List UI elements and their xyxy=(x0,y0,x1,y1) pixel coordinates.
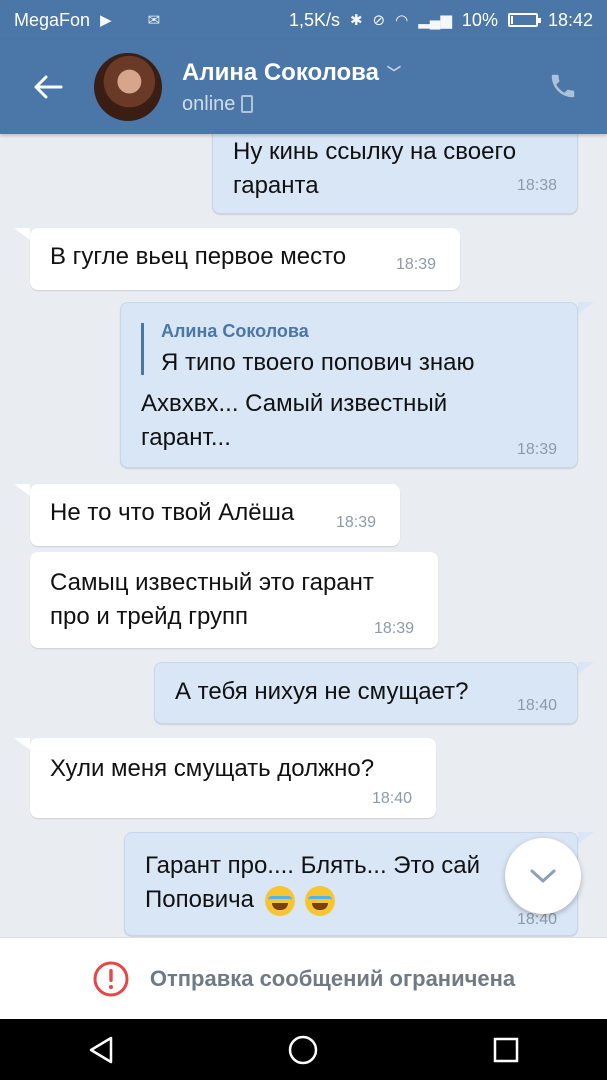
message-outgoing[interactable]: Ну кинь ссылку на своего гаранта 18:38 xyxy=(212,134,578,214)
reply-author: Алина Соколова xyxy=(161,321,309,341)
mute-icon: ⊘ xyxy=(372,12,386,29)
play-icon: ▶ xyxy=(100,12,112,29)
bubble-tail xyxy=(578,302,594,314)
reply-text: Я типо твоего попович знаю xyxy=(161,349,475,376)
message-text: А тебя нихуя не смущает? xyxy=(175,678,469,705)
network-speed: 1,5K/s xyxy=(288,9,340,30)
carrier-name: MegaFon xyxy=(14,9,91,30)
status-bar: MegaFon ▶ ✉ 1,5K/s ✱ ⊘ ◠ ▂▄▆ 10% 18:42 xyxy=(0,0,607,40)
bubble-tail xyxy=(578,662,594,674)
call-button[interactable] xyxy=(543,66,583,106)
arrow-left-icon xyxy=(34,75,63,99)
notification-icon: ✉ xyxy=(147,12,161,29)
bubble-tail xyxy=(14,738,30,750)
chat-header: Алина Соколова ﹀ online xyxy=(0,40,607,134)
message-text: Гарант про.... Блять... Это сай xyxy=(145,852,481,879)
face-with-tears-of-joy-icon xyxy=(305,885,336,916)
message-text: гаранта xyxy=(233,172,319,199)
nav-back-button[interactable] xyxy=(71,1025,131,1075)
contact-status: online xyxy=(182,92,236,115)
message-time: 18:39 xyxy=(336,514,377,531)
clock: 18:42 xyxy=(547,9,593,30)
battery-icon xyxy=(507,13,541,27)
nav-recents-button[interactable] xyxy=(476,1025,536,1075)
reply-quote-bar xyxy=(141,323,144,375)
message-list[interactable]: Ну кинь ссылку на своего гаранта 18:38 В… xyxy=(0,134,607,937)
message-outgoing[interactable]: Алина Соколова Я типо твоего попович зна… xyxy=(120,302,578,468)
message-text: гарант... xyxy=(141,424,231,451)
message-text: Самыц известный это гарант xyxy=(50,569,374,596)
circle-home-icon xyxy=(289,1035,318,1064)
message-text: Хули меня смущать должно? xyxy=(50,755,375,782)
bubble-tail xyxy=(14,228,30,240)
message-time: 18:39 xyxy=(374,620,415,637)
message-time: 18:38 xyxy=(516,177,557,194)
avatar[interactable] xyxy=(94,53,162,121)
chevron-down-icon: ﹀ xyxy=(386,64,401,81)
message-text: Ну кинь ссылку на своего xyxy=(233,138,517,165)
scroll-to-bottom-button[interactable] xyxy=(505,838,581,914)
bluetooth-icon: ✱ xyxy=(349,12,363,29)
system-navigation-bar xyxy=(0,1019,607,1080)
message-incoming[interactable]: Не то что твой Алёша 18:39 xyxy=(30,484,400,546)
contact-info[interactable]: Алина Соколова ﹀ online xyxy=(182,59,401,116)
message-time: 18:40 xyxy=(516,911,557,928)
back-button[interactable] xyxy=(20,59,76,115)
bubble-tail xyxy=(14,484,30,496)
bubble-tail xyxy=(578,832,594,844)
nav-home-button[interactable] xyxy=(273,1025,333,1075)
battery-percent: 10% xyxy=(461,9,498,30)
triangle-back-icon xyxy=(89,1036,113,1063)
phone-icon xyxy=(551,74,575,98)
message-text: В гугле вьец первое место xyxy=(50,243,347,270)
message-restriction-banner: Отправка сообщений ограничена xyxy=(0,937,607,1020)
message-text: Поповича xyxy=(145,886,254,913)
message-outgoing[interactable]: А тебя нихуя не смущает? 18:40 xyxy=(154,662,578,724)
wifi-icon: ◠ xyxy=(395,12,409,29)
warning-icon xyxy=(93,961,129,997)
message-text: про и трейд групп xyxy=(50,603,249,630)
face-with-tears-of-joy-icon xyxy=(264,885,295,916)
message-text: Ахвхвх... Самый известный xyxy=(141,390,448,417)
restriction-text: Отправка сообщений ограничена xyxy=(149,966,516,991)
message-time: 18:40 xyxy=(516,697,557,714)
message-incoming[interactable]: Самыц известный это гарант про и трейд г… xyxy=(30,552,438,648)
message-time: 18:40 xyxy=(372,790,413,807)
message-incoming[interactable]: Хули меня смущать должно? 18:40 xyxy=(30,738,436,818)
message-time: 18:39 xyxy=(396,256,437,273)
chevron-down-icon xyxy=(530,869,556,883)
message-time: 18:39 xyxy=(516,441,557,458)
contact-name: Алина Соколова xyxy=(182,58,379,86)
message-incoming[interactable]: В гугле вьец первое место 18:39 xyxy=(30,228,460,290)
mobile-device-icon xyxy=(241,95,254,113)
message-text: Не то что твой Алёша xyxy=(50,499,295,526)
square-recents-icon xyxy=(493,1037,519,1062)
signal-icon: ▂▄▆ xyxy=(418,12,452,29)
